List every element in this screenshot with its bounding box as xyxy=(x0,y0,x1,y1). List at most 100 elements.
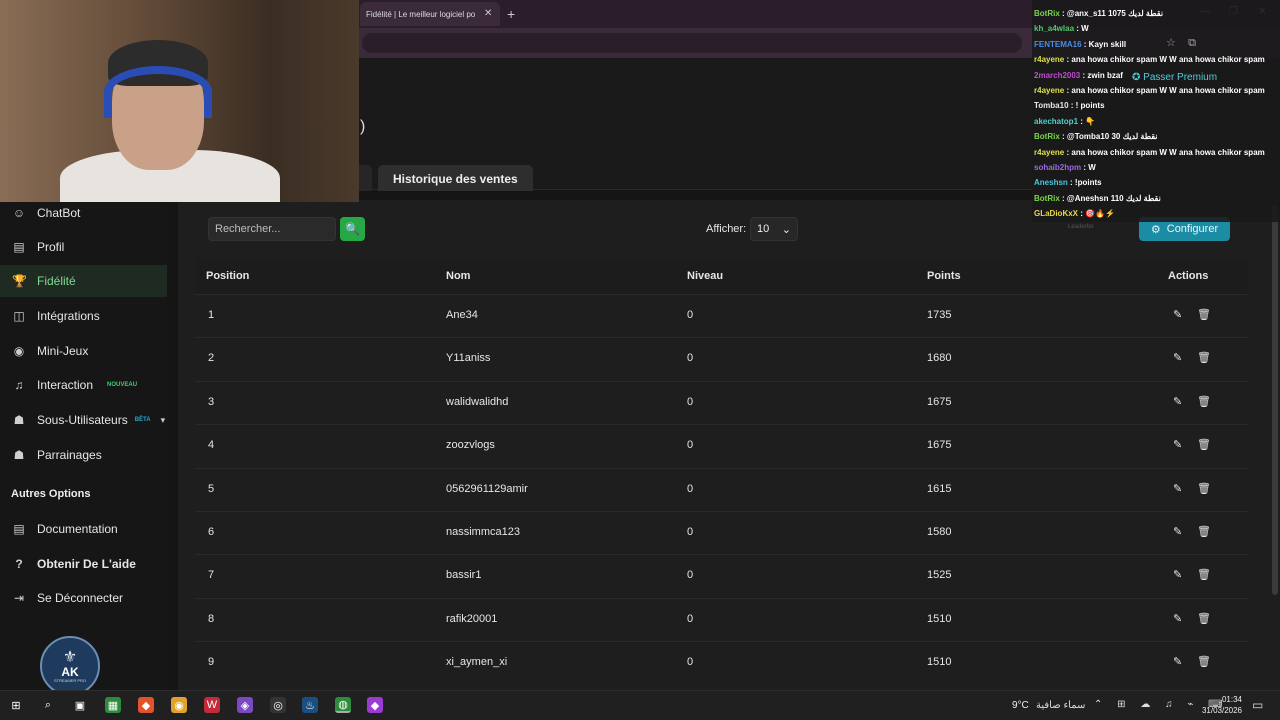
logout-icon: ⇥ xyxy=(13,591,25,605)
chat-text: : 🎯🔥⚡ xyxy=(1080,209,1116,219)
chat-message: r4ayene : ana howa chikor spam W W ana h… xyxy=(1034,148,1280,157)
delete-icon[interactable]: 🗑 xyxy=(1197,351,1211,364)
page-scrollbar[interactable] xyxy=(1272,205,1278,595)
sidebar-item-mini-jeux[interactable]: ◉ Mini-Jeux xyxy=(0,335,167,367)
discord-icon[interactable]: ◈ xyxy=(237,697,253,713)
cell-position: 6 xyxy=(208,526,215,538)
search-input[interactable] xyxy=(208,217,336,241)
chat-username[interactable]: r4ayene xyxy=(1034,86,1064,95)
chat-username[interactable]: r4ayene xyxy=(1034,148,1064,157)
chat-username[interactable]: 2march2003 xyxy=(1034,71,1080,80)
table-row xyxy=(195,597,1247,641)
task-view-icon[interactable]: ▣ xyxy=(72,697,88,713)
store-icon[interactable]: ▦ xyxy=(105,697,121,713)
wps-icon[interactable]: W xyxy=(204,697,220,713)
chat-username[interactable]: sohaib2hpm xyxy=(1034,163,1081,172)
delete-icon[interactable]: 🗑 xyxy=(1197,308,1211,321)
clock-time[interactable]: 01:34 xyxy=(1200,695,1242,704)
sidebar-item-fidelite[interactable]: 🏆 Fidélité xyxy=(0,265,167,297)
show-entries-select[interactable]: 10 ⌄ xyxy=(750,217,798,241)
chat-username[interactable]: kh_a4wlaa xyxy=(1034,24,1074,33)
sidebar-item-label: Parrainages xyxy=(37,448,102,462)
weather-text[interactable]: سماء صافية xyxy=(1036,700,1085,711)
chat-username[interactable]: Aneshsn xyxy=(1034,178,1068,187)
cell-points: 1680 xyxy=(927,352,952,365)
edit-icon[interactable]: ✎ xyxy=(1173,395,1182,408)
chat-username[interactable]: r4ayene xyxy=(1034,55,1064,64)
streamer-logo: ⚜ AK STREAMER PRO xyxy=(40,636,100,696)
sidebar-item-documentation[interactable]: ▤ Documentation xyxy=(0,513,167,545)
delete-icon[interactable]: 🗑 xyxy=(1197,568,1211,581)
cell-nom: rafik20001 xyxy=(446,612,498,625)
edit-icon[interactable]: ✎ xyxy=(1173,308,1182,321)
edit-icon[interactable]: ✎ xyxy=(1173,568,1182,581)
edit-icon[interactable]: ✎ xyxy=(1173,482,1182,495)
cell-nom: walidwalidhd xyxy=(446,395,509,408)
table-row xyxy=(195,294,1247,337)
chevron-down-icon[interactable]: ▾ xyxy=(161,415,166,426)
robot-icon: ☺ xyxy=(12,206,26,220)
edit-icon[interactable]: ✎ xyxy=(1173,655,1182,668)
chat-username[interactable]: akechatop1 xyxy=(1034,117,1078,126)
gamepad-icon: ◉ xyxy=(13,344,25,358)
brave-icon[interactable]: ◆ xyxy=(138,697,154,713)
delete-icon[interactable]: 🗑 xyxy=(1197,482,1211,495)
delete-icon[interactable]: 🗑 xyxy=(1197,612,1211,625)
sidebar-item-label: Sous-Utilisateurs xyxy=(37,413,128,427)
delete-icon[interactable]: 🗑 xyxy=(1197,438,1211,451)
cell-nom: zoozvlogs xyxy=(446,439,495,452)
tab-close-icon[interactable]: ✕ xyxy=(484,8,492,19)
sidebar-item-integrations[interactable]: ◫ Intégrations xyxy=(0,300,167,332)
sidebar-item-label: Documentation xyxy=(37,522,118,536)
chat-username[interactable]: BotRix xyxy=(1034,194,1060,203)
obs-icon[interactable]: ◎ xyxy=(270,697,286,713)
chat-username[interactable]: GLaDioKxX xyxy=(1034,209,1078,218)
chat-username[interactable]: BotRix xyxy=(1034,132,1060,141)
delete-icon[interactable]: 🗑 xyxy=(1197,395,1211,408)
col-niveau[interactable]: Niveau xyxy=(687,270,723,282)
windows-start-icon[interactable]: ⊞ xyxy=(8,697,24,713)
section-title-autres-options: Autres Options xyxy=(11,488,91,500)
notification-icon[interactable]: ▭ xyxy=(1252,698,1263,712)
table-row xyxy=(195,467,1247,511)
col-position[interactable]: Position xyxy=(206,270,249,282)
delete-icon[interactable]: 🗑 xyxy=(1197,655,1211,668)
sidebar-item-sous-utilisateurs[interactable]: ☗ Sous-Utilisateurs BÊTA ▾ xyxy=(0,404,167,436)
sidebar-item-label: ChatBot xyxy=(37,206,81,220)
address-field[interactable] xyxy=(362,33,1022,53)
cell-niveau: 0 xyxy=(687,526,694,538)
browser-tab[interactable]: Fidélité | Le meilleur logiciel po xyxy=(360,2,500,26)
edit-icon[interactable]: ✎ xyxy=(1173,612,1182,625)
sidebar-item-interaction[interactable]: ♫ Interaction NOUVEAU xyxy=(0,369,167,401)
col-points[interactable]: Points xyxy=(927,270,961,282)
tab-historique-ventes[interactable]: Historique des ventes xyxy=(378,165,533,191)
app-icon[interactable]: ◉ xyxy=(171,697,187,713)
chat-message: kh_a4wlaa : W xyxy=(1034,24,1280,33)
clock-date[interactable]: 31/03/2026 xyxy=(1200,706,1242,715)
edit-icon[interactable]: ✎ xyxy=(1173,351,1182,364)
delete-icon[interactable]: 🗑 xyxy=(1197,525,1211,538)
sidebar-item-profil[interactable]: ▤ Profil xyxy=(0,231,167,263)
chat-text: : ana howa chikor spam W W ana howa chik… xyxy=(1066,55,1265,65)
app-purple-icon[interactable]: ◆ xyxy=(367,697,383,713)
chat-username[interactable]: BotRix xyxy=(1034,9,1060,18)
col-nom[interactable]: Nom xyxy=(446,270,470,282)
sidebar-item-aide[interactable]: ? Obtenir De L'aide xyxy=(0,548,167,580)
eagle-icon: ⚜ xyxy=(62,648,78,666)
sidebar-item-deconnecter[interactable]: ⇥ Se Déconnecter xyxy=(0,582,167,614)
steam-icon[interactable]: ♨ xyxy=(302,697,318,713)
chrome-icon[interactable]: ◍ xyxy=(335,697,351,713)
show-entries-label: Afficher: xyxy=(706,223,747,235)
search-button[interactable]: 🔍 xyxy=(340,217,365,241)
taskbar xyxy=(0,690,1280,720)
new-tab-button[interactable]: + xyxy=(507,6,515,22)
chat-text: : 👇 xyxy=(1080,116,1096,126)
chat-username[interactable]: FENTEMA16 xyxy=(1034,40,1082,49)
sidebar-item-parrainages[interactable]: ☗ Parrainages xyxy=(0,439,167,471)
weather-temp[interactable]: 9°C xyxy=(1012,700,1029,711)
edit-icon[interactable]: ✎ xyxy=(1173,438,1182,451)
chat-username[interactable]: Tomba10 xyxy=(1034,101,1069,110)
search-icon[interactable]: ⌕ xyxy=(40,697,56,713)
edit-icon[interactable]: ✎ xyxy=(1173,525,1182,538)
premium-button[interactable]: ✪ Passer Premium xyxy=(1132,72,1217,83)
